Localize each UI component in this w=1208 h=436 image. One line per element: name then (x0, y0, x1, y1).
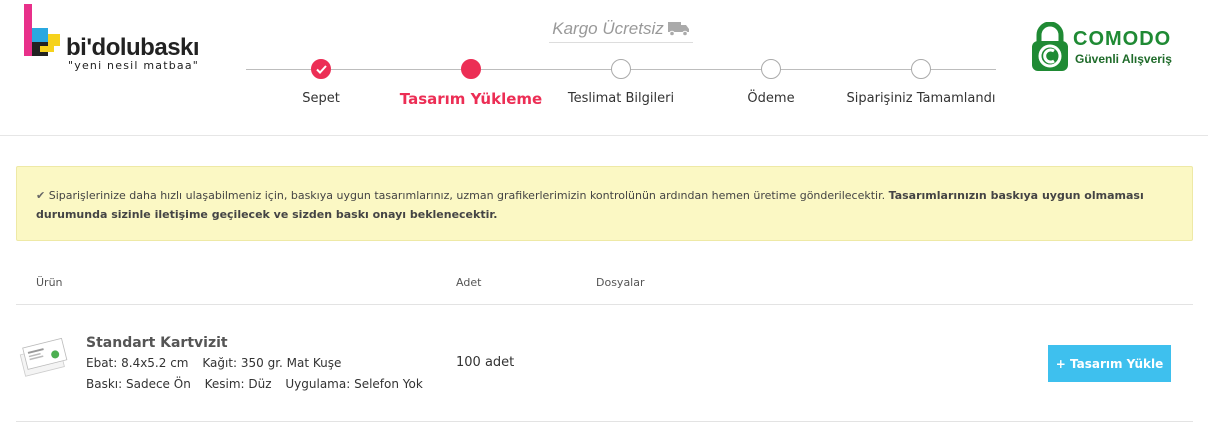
free-shipping-banner: Kargo Ücretsiz (549, 16, 693, 43)
product-thumbnail (19, 337, 68, 377)
step-dot-teslimat[interactable] (611, 59, 631, 79)
product-specs-line-1: Ebat: 8.4x5.2 cm Kağıt: 350 gr. Mat Kuşe (86, 356, 351, 370)
brand-logo-mark (24, 4, 60, 56)
step-dot-sepet[interactable] (311, 59, 331, 79)
product-name: Standart Kartvizit (86, 335, 228, 351)
upload-design-button[interactable]: + Tasarım Yükle (1048, 345, 1171, 382)
info-notice: ✔ Siparişlerinize daha hızlı ulaşabilmen… (16, 166, 1193, 241)
step-dot-tasarim[interactable] (461, 59, 481, 79)
spec-print: Baskı: Sadece Ön (86, 377, 191, 391)
comodo-title: COMODO (1073, 28, 1172, 50)
step-label-teslimat[interactable]: Teslimat Bilgileri (568, 91, 674, 106)
spec-finish: Uygulama: Selefon Yok (285, 377, 423, 391)
brand-logo[interactable]: bi'dolubaskı "yeni nesil matbaa" (24, 4, 224, 74)
check-icon: ✔ (36, 189, 46, 202)
product-specs-line-2: Baskı: Sadece Ön Kesim: Düz Uygulama: Se… (86, 377, 433, 391)
comodo-badge: COMODO Güvenli Alışveriş (1028, 22, 1198, 78)
product-quantity: 100 adet (456, 355, 515, 370)
check-icon (315, 64, 327, 74)
notice-text: Siparişlerinize daha hızlı ulaşabilmeniz… (48, 189, 886, 202)
column-header-files: Dosyalar (596, 276, 645, 289)
brand-name: bi'dolubaskı (66, 34, 200, 61)
table-row: Standart Kartvizit Ebat: 8.4x5.2 cm Kağı… (16, 305, 1193, 422)
truck-icon (667, 22, 689, 36)
spec-cut: Kesim: Düz (204, 377, 272, 391)
step-dot-tamamlandi[interactable] (911, 59, 931, 79)
spec-paper: Kağıt: 350 gr. Mat Kuşe (202, 356, 342, 370)
spec-size: Ebat: 8.4x5.2 cm (86, 356, 189, 370)
comodo-subtitle: Güvenli Alışveriş (1075, 52, 1172, 66)
page-header: bi'dolubaskı "yeni nesil matbaa" Kargo Ü… (0, 0, 1208, 136)
column-header-product: Ürün (36, 276, 63, 289)
step-dot-odeme[interactable] (761, 59, 781, 79)
step-label-tasarim[interactable]: Tasarım Yükleme (400, 90, 542, 108)
free-shipping-label: Kargo Ücretsiz (552, 19, 664, 38)
brand-tagline: "yeni nesil matbaa" (68, 59, 200, 72)
step-label-sepet[interactable]: Sepet (302, 91, 340, 106)
step-label-tamamlandi[interactable]: Siparişiniz Tamamlandı (847, 91, 996, 106)
table-header: Ürün Adet Dosyalar (16, 262, 1193, 305)
step-label-odeme[interactable]: Ödeme (747, 91, 794, 106)
column-header-quantity: Adet (456, 276, 482, 289)
padlock-icon (1032, 22, 1068, 71)
